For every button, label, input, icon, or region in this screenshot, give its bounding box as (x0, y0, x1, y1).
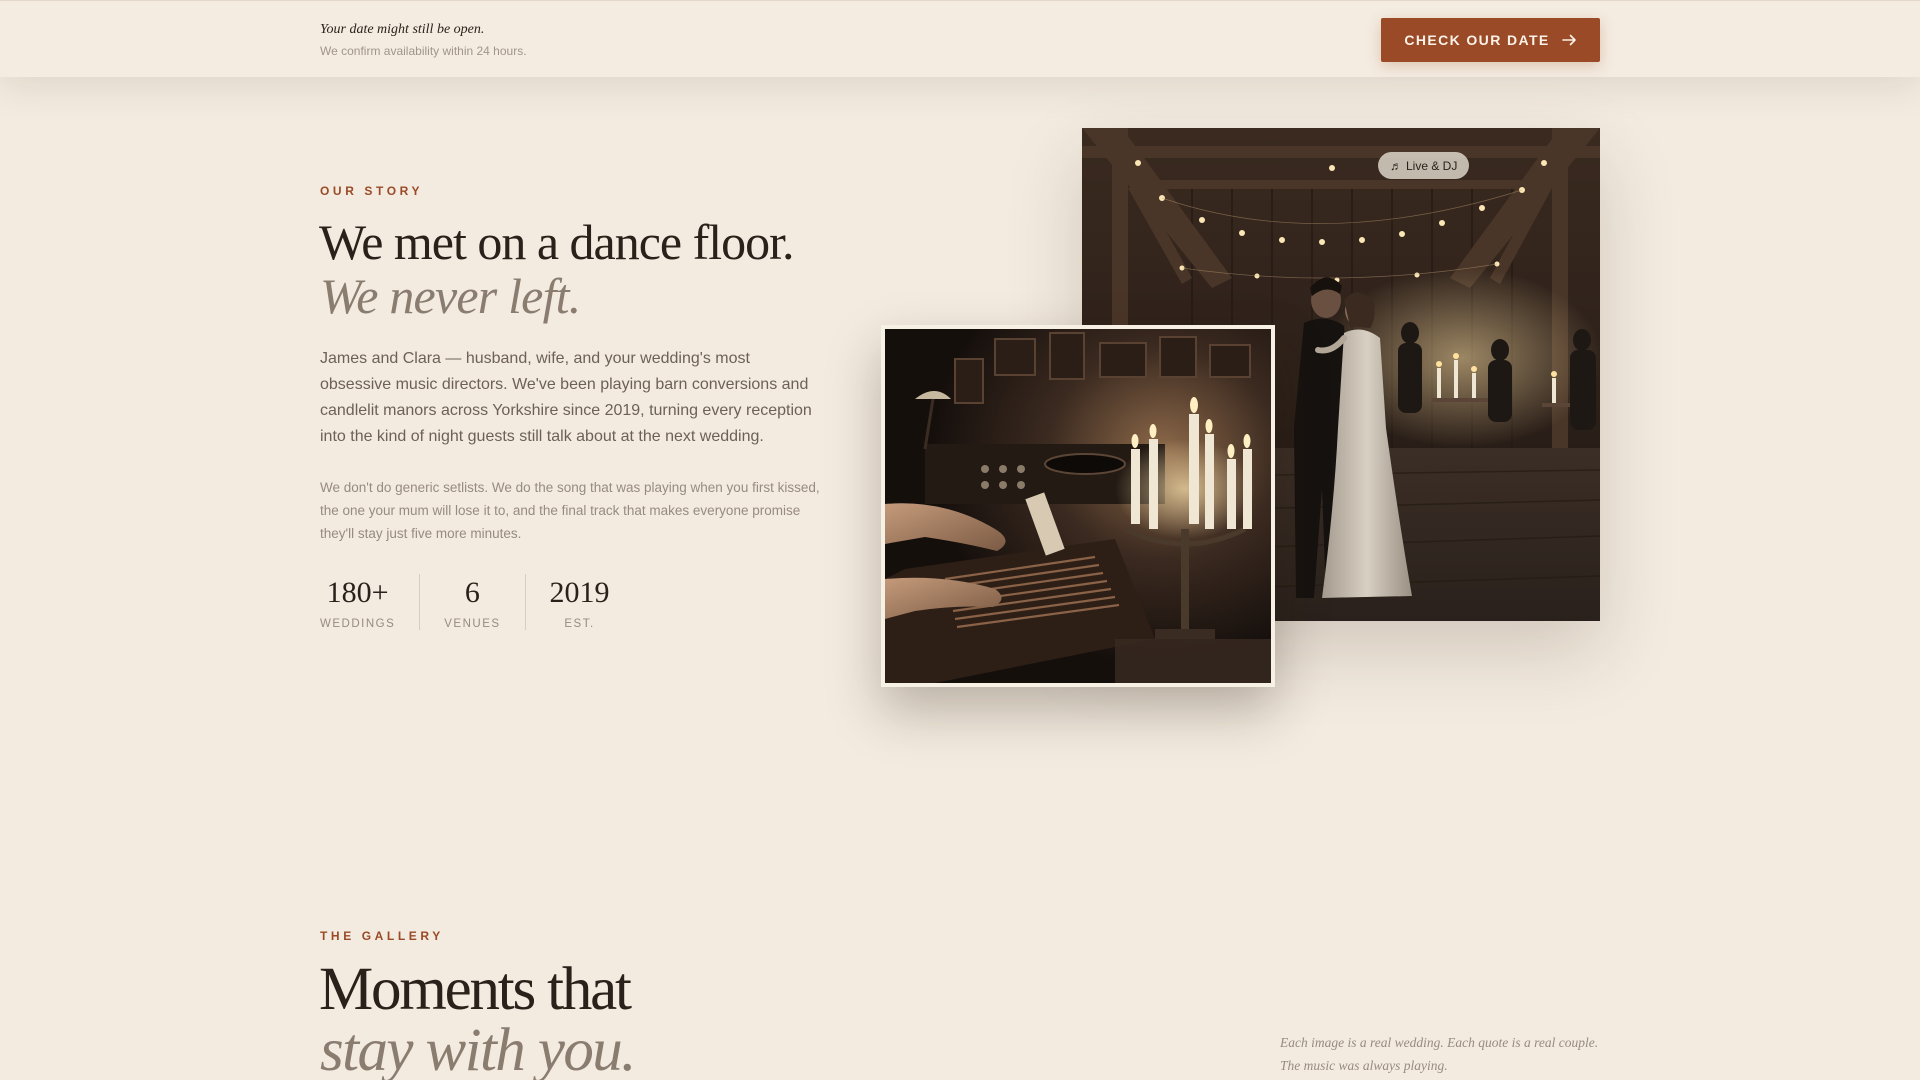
check-date-button[interactable]: CHECK OUR DATE (1381, 18, 1600, 62)
story-intro-paragraph: James and Clara — husband, wife, and you… (320, 350, 812, 445)
music-note-icon: ♬ (1390, 158, 1402, 173)
page: Your date might still be open. We confir… (0, 0, 1920, 1080)
stat-weddings: 180+ WEDDINGS (320, 574, 419, 630)
story-eyebrow: OUR STORY (320, 184, 424, 198)
badge-label: Live & DJ (1406, 158, 1458, 173)
gallery-headline-italic: stay with you. (320, 1017, 636, 1080)
stat-value: 180+ (326, 576, 389, 609)
gallery-headline: Moments that (319, 956, 632, 1023)
stats-row: 180+ WEDDINGS 6 VENUES 2019 EST. (320, 574, 634, 630)
gallery-note: Each image is a real wedding. Each quote… (1280, 1035, 1599, 1073)
stat-label: EST. (564, 618, 595, 630)
banner-subtitle: We confirm availability within 24 hours. (320, 44, 527, 58)
stat-label: VENUES (444, 618, 501, 630)
story-headline-italic: We never left. (320, 268, 581, 324)
stat-value: 6 (464, 576, 480, 609)
live-dj-badge: ♬ Live & DJ (1378, 152, 1470, 179)
availability-banner: Your date might still be open. We confir… (0, 0, 1920, 77)
stat-established: 2019 EST. (524, 574, 634, 630)
stat-label: WEDDINGS (320, 618, 396, 630)
check-date-label: CHECK OUR DATE (1404, 32, 1550, 48)
story-secondary-paragraph: We don't do generic setlists. We do the … (320, 480, 820, 541)
arrow-right-icon (1561, 34, 1577, 46)
stat-value: 2019 (549, 576, 610, 609)
dj-records-photo (881, 325, 1275, 687)
banner-title: Your date might still be open. (320, 22, 485, 37)
stat-venues: 6 VENUES (419, 574, 524, 630)
story-headline: We met on a dance floor. (319, 214, 795, 270)
gallery-eyebrow: THE GALLERY (320, 929, 444, 943)
